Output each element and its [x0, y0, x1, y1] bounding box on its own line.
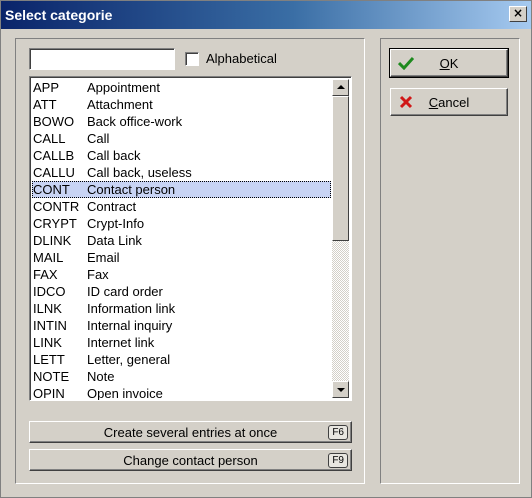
category-code: CALL [33, 131, 66, 146]
list-item[interactable]: CONT Contact person [32, 181, 331, 198]
list-item[interactable]: ILNK Information link [32, 300, 331, 317]
cross-icon [391, 95, 421, 109]
category-code: APP [33, 80, 60, 95]
list-item[interactable]: FAX Fax [32, 266, 331, 283]
cancel-button[interactable]: Cancel [390, 88, 508, 116]
change-contact-person-button[interactable]: Change contact person F9 [29, 449, 352, 471]
category-label: Internet link [87, 335, 155, 350]
shortcut-key-badge: F9 [328, 453, 348, 468]
category-code: ILNK [33, 301, 62, 316]
category-code: ATT [33, 97, 57, 112]
list-item[interactable]: BOWO Back office-work [32, 113, 331, 130]
ok-button[interactable]: OK [389, 48, 509, 78]
category-code: IDCO [33, 284, 66, 299]
alphabetical-label: Alphabetical [206, 51, 277, 66]
list-item[interactable]: CALLB Call back [32, 147, 331, 164]
checkmark-icon [391, 56, 421, 70]
scroll-up-button[interactable] [332, 79, 349, 96]
category-code: DLINK [33, 233, 72, 248]
list-item[interactable]: APP Appointment [32, 79, 331, 96]
category-code: OPIN [33, 386, 65, 401]
category-code: LINK [33, 335, 62, 350]
window-title: Select categorie [5, 7, 113, 23]
close-icon: × [512, 6, 524, 20]
create-several-entries-button[interactable]: Create several entries at once F6 [29, 421, 352, 443]
category-label: ID card order [87, 284, 163, 299]
cancel-label: Cancel [428, 94, 470, 110]
vertical-scrollbar[interactable] [332, 79, 349, 398]
category-code: CONT [33, 182, 70, 197]
create-several-entries-label: Create several entries at once [103, 424, 278, 440]
close-button[interactable]: × [509, 6, 527, 22]
search-input[interactable] [29, 48, 175, 70]
category-label: Back office-work [87, 114, 183, 129]
list-item[interactable]: CONTR Contract [32, 198, 331, 215]
category-listbox[interactable]: APP Appointment ATT Attachment BOWO Back offi… [29, 76, 352, 401]
list-item[interactable]: LINK Internet link [32, 334, 331, 351]
category-label: Call [87, 131, 110, 146]
list-item[interactable]: CALL Call [32, 130, 331, 147]
scroll-down-button[interactable] [332, 381, 349, 398]
alphabetical-checkbox[interactable] [185, 51, 199, 66]
list-item[interactable]: INTIN Internal inquiry [32, 317, 331, 334]
category-label: Note [87, 369, 115, 384]
category-label: Attachment [87, 97, 153, 112]
list-item[interactable]: DLINK Data Link [32, 232, 331, 249]
list-item[interactable]: CRYPT Crypt-Info [32, 215, 331, 232]
arrow-down-icon [337, 388, 345, 392]
category-code: LETT [33, 352, 65, 367]
category-code: CALLB [33, 148, 75, 163]
category-code: FAX [33, 267, 58, 282]
category-code: BOWO [33, 114, 75, 129]
scrollbar-thumb[interactable] [332, 96, 349, 241]
category-label: Data Link [87, 233, 142, 248]
list-item[interactable]: MAIL Email [32, 249, 331, 266]
shortcut-key-badge: F6 [328, 425, 348, 440]
list-item[interactable]: LETT Letter, general [32, 351, 331, 368]
category-code: INTIN [33, 318, 67, 333]
list-item[interactable]: IDCO ID card order [32, 283, 331, 300]
category-label: Appointment [87, 80, 160, 95]
category-label: Call back [87, 148, 141, 163]
arrow-up-icon [337, 85, 345, 89]
category-code: CONTR [33, 199, 80, 214]
category-label: Letter, general [87, 352, 171, 367]
category-code: CALLU [33, 165, 75, 180]
title-bar[interactable]: Select categorie × [1, 1, 531, 29]
category-label: Contract [87, 199, 137, 214]
alphabetical-option[interactable]: Alphabetical [185, 51, 277, 66]
category-label: Email [87, 250, 120, 265]
category-label: Information link [87, 301, 176, 316]
ok-label: OK [439, 55, 459, 71]
category-label: Fax [87, 267, 109, 282]
category-label: Crypt-Info [87, 216, 145, 231]
list-item[interactable]: OPIN Open invoice [32, 385, 331, 401]
category-list: APP Appointment ATT Attachment BOWO Back offi… [32, 79, 331, 401]
list-item[interactable]: NOTE Note [32, 368, 331, 385]
category-label: Contact person [87, 182, 176, 197]
category-label: Call back, useless [87, 165, 192, 180]
list-item[interactable]: ATT Attachment [32, 96, 331, 113]
category-code: MAIL [33, 250, 64, 265]
category-code: NOTE [33, 369, 70, 384]
category-label: Internal inquiry [87, 318, 173, 333]
list-item[interactable]: CALLU Call back, useless [32, 164, 331, 181]
category-code: CRYPT [33, 216, 77, 231]
change-contact-person-label: Change contact person [123, 452, 258, 468]
category-label: Open invoice [87, 386, 163, 401]
